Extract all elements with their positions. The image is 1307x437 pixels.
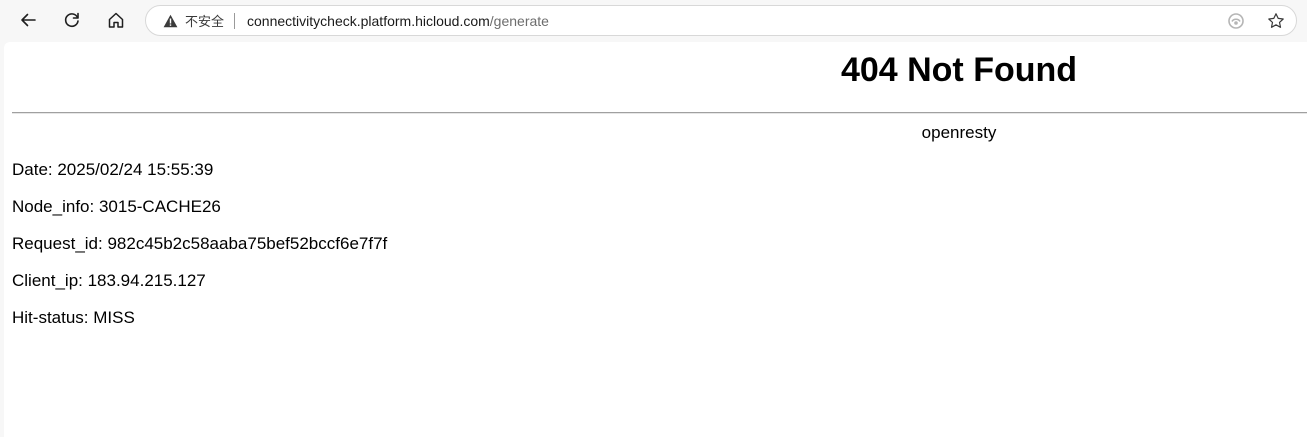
browser-toolbar: 不安全 connectivitycheck.platform.hicloud.c… xyxy=(0,0,1307,42)
arrow-left-icon xyxy=(21,13,36,27)
server-name: openresty xyxy=(921,123,997,142)
reload-icon xyxy=(64,12,79,28)
back-button[interactable] xyxy=(13,5,43,35)
url-path: /generate xyxy=(489,12,549,29)
reload-button[interactable] xyxy=(57,5,87,35)
star-icon[interactable] xyxy=(1267,12,1285,30)
info-request-id: Request_id: 982c45b2c58aaba75bef52bccf6e… xyxy=(12,234,388,253)
security-status-label[interactable]: 不安全 xyxy=(185,11,224,30)
page-content: 404 Not Found openresty Date: 2025/02/24… xyxy=(4,42,1307,437)
immersive-reader-icon[interactable] xyxy=(1227,12,1245,30)
address-separator xyxy=(234,12,236,29)
info-client-ip: Client_ip: 183.94.215.127 xyxy=(12,271,206,290)
horizontal-rule xyxy=(12,112,1307,114)
info-hit-status: Hit-status: MISS xyxy=(12,308,135,327)
url-text[interactable]: connectivitycheck.platform.hicloud.com/g… xyxy=(247,13,549,29)
url-host: connectivitycheck.platform.hicloud.com xyxy=(247,12,490,29)
warning-triangle-icon[interactable] xyxy=(163,13,178,28)
address-bar[interactable]: 不安全 connectivitycheck.platform.hicloud.c… xyxy=(145,5,1297,36)
home-icon xyxy=(108,12,124,28)
info-node: Node_info: 3015-CACHE26 xyxy=(12,197,221,216)
home-button[interactable] xyxy=(101,5,131,35)
page-title: 404 Not Found xyxy=(840,51,1078,89)
info-date: Date: 2025/02/24 15:55:39 xyxy=(12,160,214,179)
